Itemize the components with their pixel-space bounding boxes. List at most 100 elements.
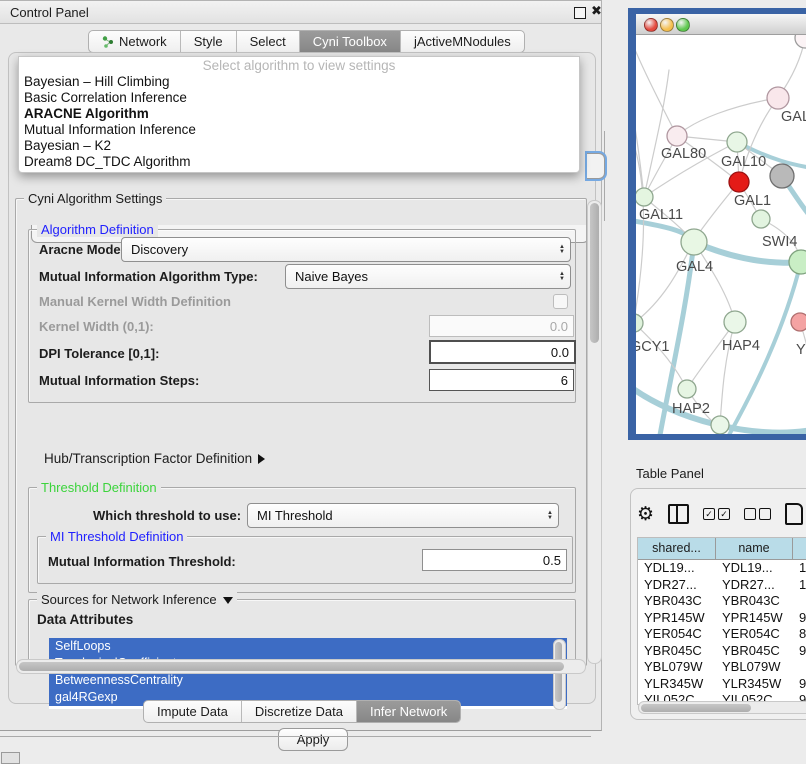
table-cell: YBL079W <box>716 659 793 676</box>
network-node-y[interactable] <box>791 313 806 331</box>
mi-threshold-field[interactable]: 0.5 <box>422 549 567 571</box>
algorithm-option-dream8-dc-tdc-algorithm[interactable]: Dream8 DC_TDC Algorithm <box>19 154 579 170</box>
table-row[interactable]: YLR345WYLR345W9. <box>638 676 806 693</box>
network-node-gal[interactable] <box>767 87 789 109</box>
algorithm-option-bayesian-k2[interactable]: Bayesian – K2 <box>19 138 579 154</box>
algorithm-option-bayesian-hill-climbing[interactable]: Bayesian – Hill Climbing <box>19 74 579 90</box>
threshold-definition-group: Threshold Definition Which threshold to … <box>28 487 576 593</box>
algorithm-option-mutual-information-inference[interactable]: Mutual Information Inference <box>19 122 579 138</box>
table-row[interactable]: YBL079WYBL079W <box>638 659 806 676</box>
apply-button[interactable]: Apply <box>278 728 348 751</box>
network-node-gal80[interactable] <box>667 126 687 146</box>
network-window: GALGAL80GAL10GAL1SWI4GAL11GAL4GCY1HAP4YH… <box>636 14 806 434</box>
collapsed-corner-button[interactable] <box>1 752 20 764</box>
mac-close-button[interactable] <box>644 18 658 32</box>
table-horizontal-scrollbar[interactable] <box>638 701 806 714</box>
table-panel-title: Table Panel <box>636 466 704 481</box>
tab-cyni-toolbox[interactable]: Cyni Toolbox <box>300 31 401 52</box>
algorithm-definition-title: Algorithm Definition <box>37 222 158 237</box>
table-body: YDL19...YDL19...13YDR27...YDR27...12YBR0… <box>638 560 806 705</box>
which-threshold-combobox[interactable]: MI Threshold ▲▼ <box>247 503 559 528</box>
mac-zoom-button[interactable] <box>676 18 690 32</box>
kernel-width-field[interactable]: 0.0 <box>429 315 574 337</box>
tab-jactivemnodules[interactable]: jActiveMNodules <box>401 31 524 52</box>
manual-kernel-width-checkbox[interactable] <box>553 294 568 309</box>
node-label-gal1: GAL1 <box>734 193 771 209</box>
aracne-mode-combobox[interactable]: Discovery ▲▼ <box>121 237 571 262</box>
network-node-hap4[interactable] <box>724 311 746 333</box>
top-tab-bar: Network Style Select Cyni Toolbox jActiveMNo… <box>88 30 525 53</box>
table-cell: YLR345W <box>716 676 793 693</box>
sources-group-title[interactable]: Sources for Network Inference <box>37 592 237 607</box>
mi-steps-label: Mutual Information Steps: <box>39 373 199 388</box>
algorithm-option-aracne-algorithm[interactable]: ARACNE Algorithm <box>19 106 579 122</box>
settings-vertical-scrollbar[interactable] <box>587 200 602 664</box>
expand-right-icon <box>258 454 265 464</box>
table-cell: YBL079W <box>638 659 716 676</box>
network-node-gal1[interactable] <box>752 210 770 228</box>
mi-algorithm-type-combobox[interactable]: Naive Bayes ▲▼ <box>285 264 571 289</box>
tab-label: Select <box>250 34 286 49</box>
tab-label: Network <box>119 34 167 49</box>
split-pane-icon[interactable] <box>668 504 689 524</box>
network-node[interactable] <box>795 35 806 48</box>
network-node[interactable] <box>770 164 794 188</box>
table-row[interactable]: YPR145WYPR145W9. <box>638 610 806 627</box>
tab-select[interactable]: Select <box>237 31 300 52</box>
algorithm-definition-group: Algorithm Definition Aracne Mode: Discov… <box>28 229 576 403</box>
table-row[interactable]: YDL19...YDL19...13 <box>638 560 806 577</box>
network-node-hap2[interactable] <box>678 380 696 398</box>
tab-infer-network[interactable]: Infer Network <box>357 701 460 722</box>
unchecked-boxes-icon[interactable] <box>744 508 771 520</box>
node-label-gal4: GAL4 <box>676 259 713 275</box>
table-cell: 12 <box>793 577 806 594</box>
algorithm-option-basic-correlation-inference[interactable]: Basic Correlation Inference <box>19 90 579 106</box>
attribute-item-selfloops[interactable]: SelfLoops <box>49 638 567 655</box>
mi-algorithm-type-label: Mutual Information Algorithm Type: <box>39 269 258 284</box>
float-window-icon[interactable] <box>574 7 586 19</box>
dpi-tolerance-field[interactable]: 0.0 <box>429 340 576 364</box>
bottom-tab-bar: Impute DataDiscretize DataInfer Network <box>143 700 461 723</box>
close-icon[interactable]: ✖ <box>591 3 602 19</box>
table-row[interactable]: YDR27...YDR27...12 <box>638 577 806 594</box>
node-table[interactable]: shared...name YDL19...YDL19...13YDR27...… <box>637 537 806 705</box>
table-row[interactable]: YER054CYER054C8. <box>638 626 806 643</box>
column-header-shared[interactable]: shared... <box>638 538 716 560</box>
tab-discretize-data[interactable]: Discretize Data <box>242 701 357 722</box>
column-header-name[interactable]: name <box>716 538 793 560</box>
network-canvas[interactable]: GALGAL80GAL10GAL1SWI4GAL11GAL4GCY1HAP4YH… <box>636 35 806 434</box>
tab-style[interactable]: Style <box>181 31 237 52</box>
settings-horizontal-scrollbar[interactable] <box>16 659 586 674</box>
attribute-list-scrollbar[interactable] <box>553 639 566 710</box>
mi-steps-field[interactable]: 6 <box>429 369 574 391</box>
table-cell: YBR043C <box>716 593 793 610</box>
table-cell: 13 <box>793 560 806 577</box>
page-icon[interactable] <box>785 503 803 525</box>
network-node-gal11[interactable] <box>636 188 653 206</box>
tab-impute-data[interactable]: Impute Data <box>144 701 242 722</box>
table-cell: YPR145W <box>638 610 716 627</box>
gear-icon[interactable]: ⚙ <box>637 503 654 526</box>
network-node-gal4[interactable] <box>681 229 707 255</box>
network-node[interactable] <box>711 416 729 434</box>
control-panel-window: Control Panel ✖ NetworkStyleSelectCyni T… <box>0 0 602 731</box>
table-row[interactable]: YBR043CYBR043C <box>638 593 806 610</box>
table-cell: YBR043C <box>638 593 716 610</box>
table-cell <box>793 659 806 676</box>
network-node-gal10[interactable] <box>727 132 747 152</box>
hub-definition-expander[interactable]: Hub/Transcription Factor Definition <box>44 451 265 466</box>
checked-boxes-icon[interactable]: ✓✓ <box>703 508 730 520</box>
column-header-extra[interactable] <box>793 538 806 560</box>
mac-minimize-button[interactable] <box>660 18 674 32</box>
tab-network[interactable]: Network <box>89 31 181 52</box>
tab-label: jActiveMNodules <box>414 34 511 49</box>
network-node-swi4[interactable] <box>789 250 806 274</box>
table-row[interactable]: YBR045CYBR045C9. <box>638 643 806 660</box>
network-edge <box>636 90 644 197</box>
network-window-titlebar[interactable] <box>636 14 806 35</box>
network-node[interactable] <box>729 172 749 192</box>
attribute-item-betweennesscentrality[interactable]: BetweennessCentrality <box>49 672 567 689</box>
table-cell: YDL19... <box>638 560 716 577</box>
network-edge <box>677 98 778 136</box>
algorithm-dropdown-popup: Select algorithm to view settings Bayesi… <box>18 56 580 173</box>
